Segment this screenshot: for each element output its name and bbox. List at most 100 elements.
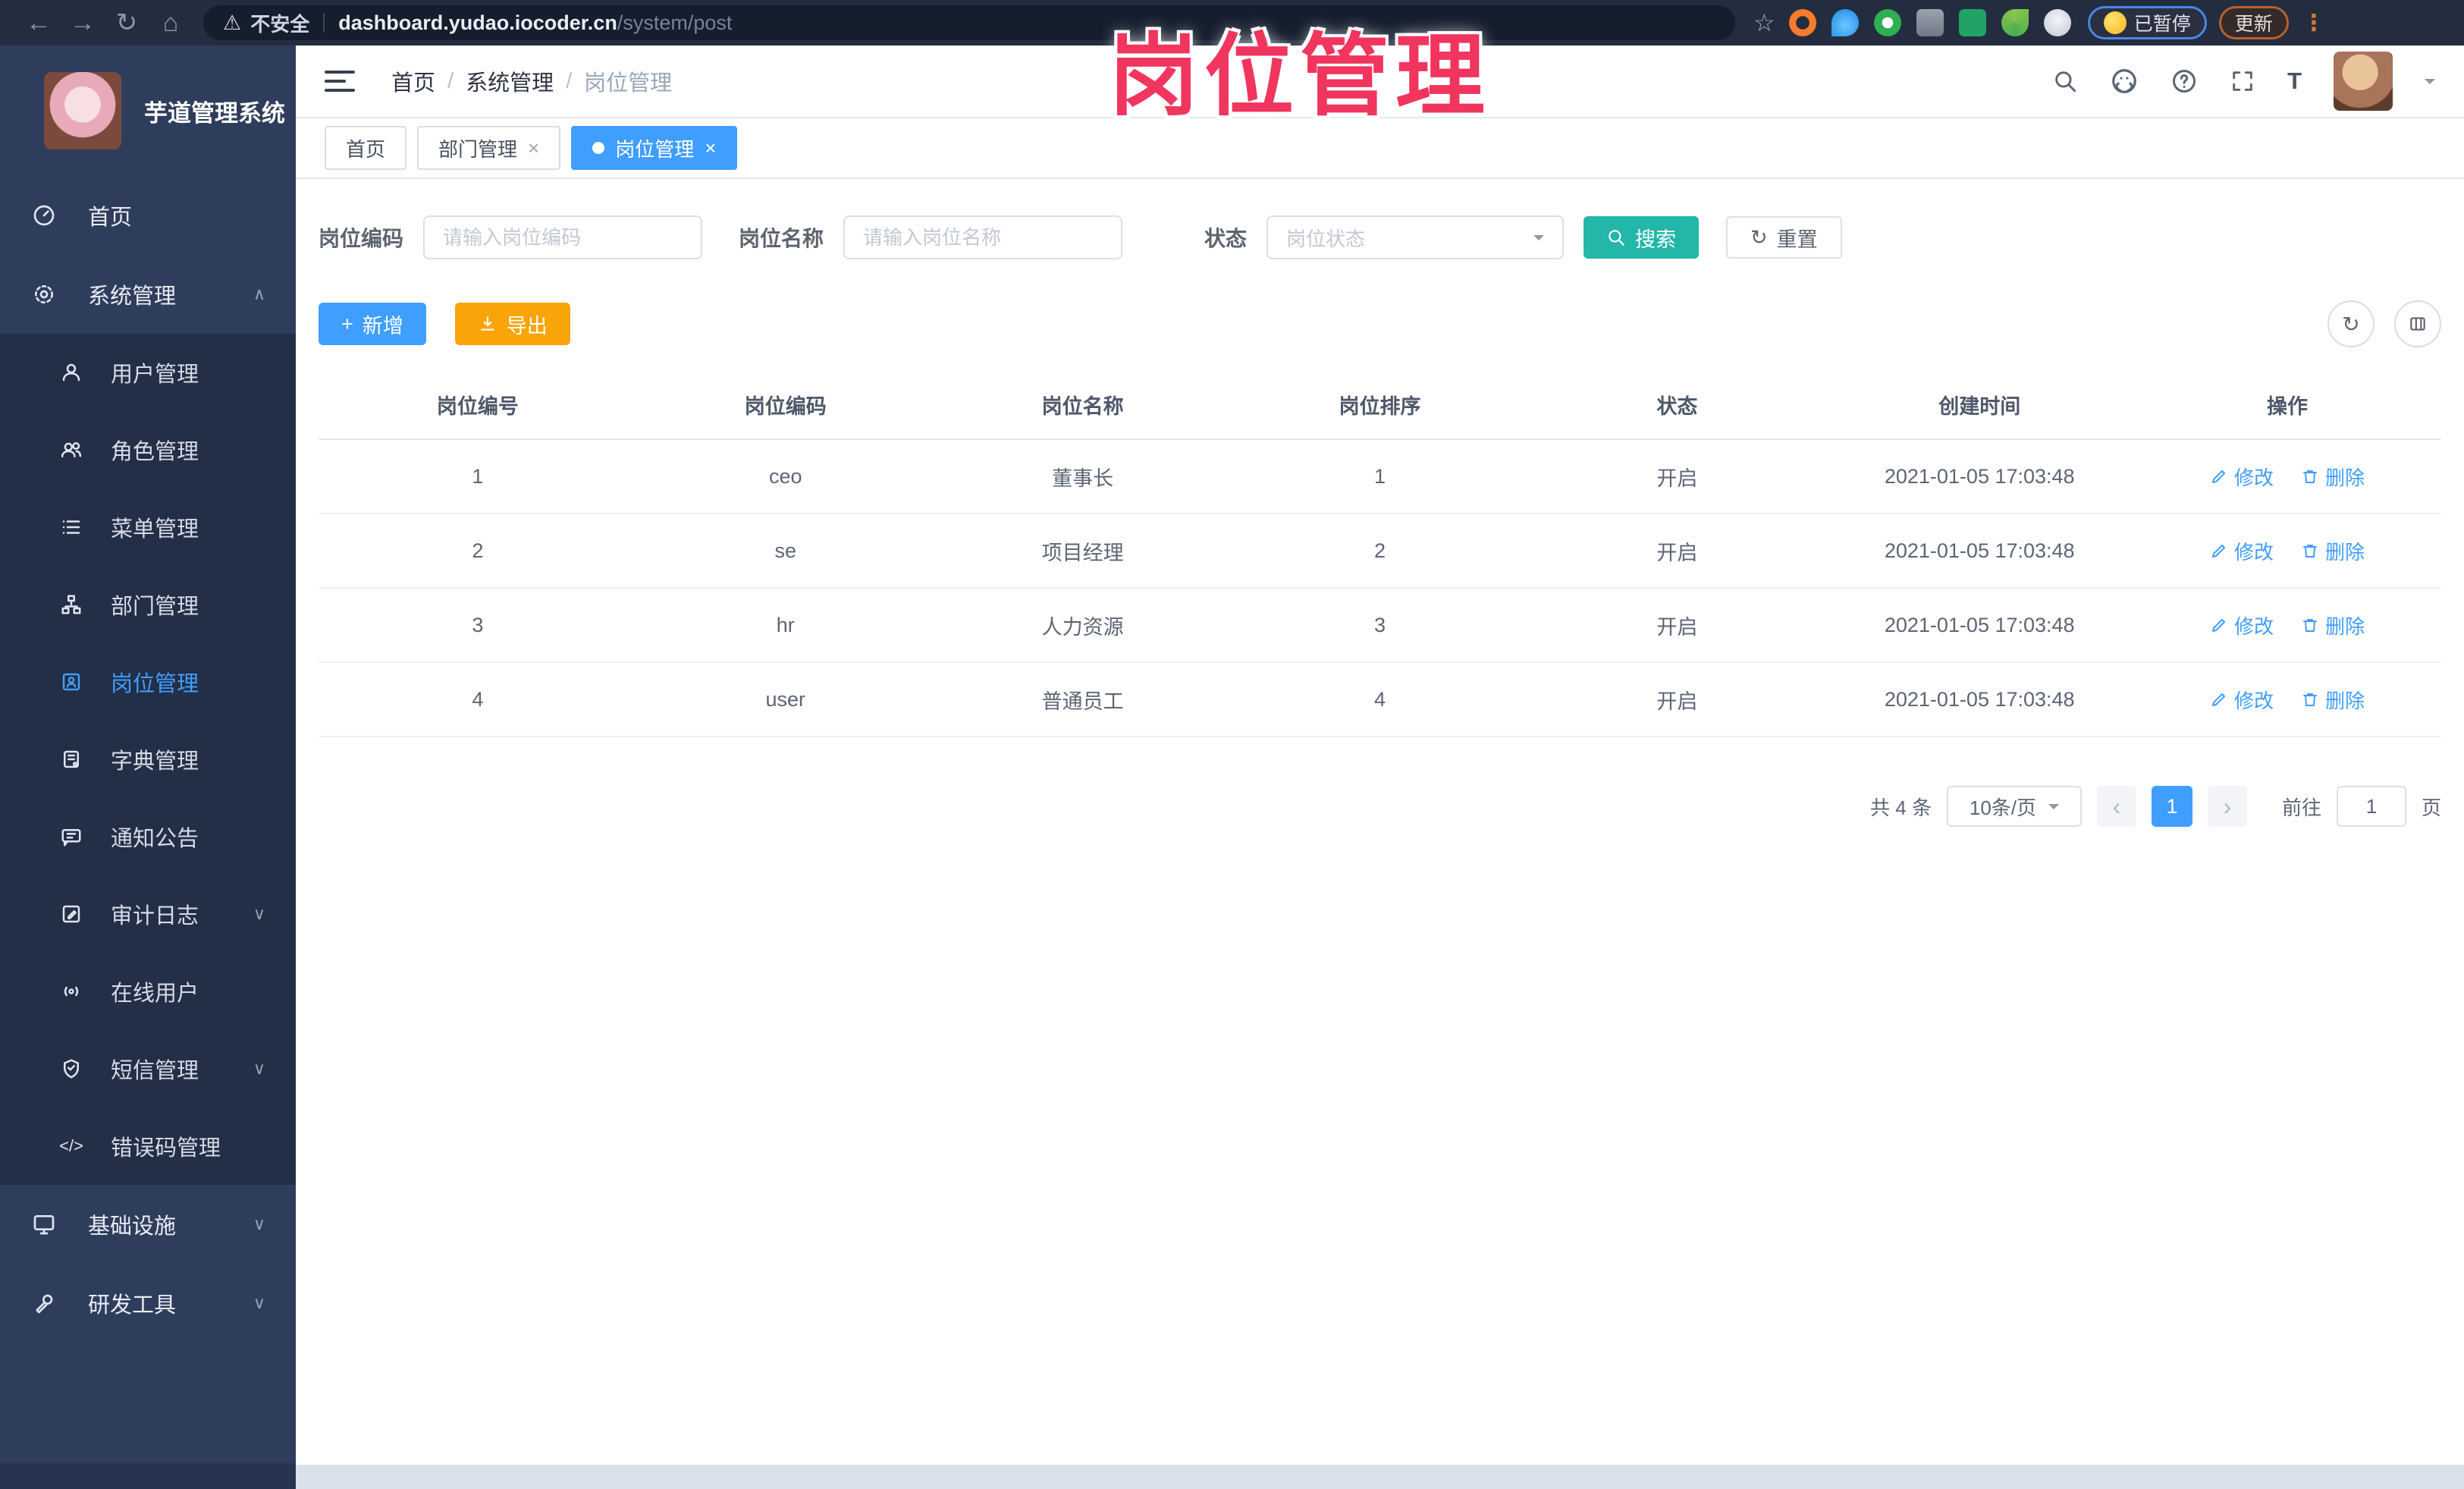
refresh-table-button[interactable]: ↻ [2327, 300, 2375, 347]
browser-menu-kebab-icon[interactable]: ⋮ [2302, 10, 2325, 36]
bookmark-star-icon[interactable]: ☆ [1753, 8, 1775, 37]
delete-link[interactable]: 删除 [2301, 463, 2365, 491]
reset-button[interactable]: ↻ 重置 [1726, 216, 1842, 259]
edit-link[interactable]: 修改 [2210, 686, 2274, 714]
app-title: 芋道管理系统 [144, 99, 285, 127]
extension-blue-drop-icon[interactable] [1831, 9, 1859, 36]
font-size-icon[interactable]: T [2287, 68, 2302, 95]
cell-created: 2021-01-05 17:03:48 [1884, 687, 2075, 711]
chevron-left-icon: ‹ [2112, 792, 2121, 820]
filter-form: 岗位编码 岗位名称 状态 岗位状态 搜索 ↻ 重置 [319, 215, 2441, 259]
sidebar-item-error-codes[interactable]: </> 错误码管理 [0, 1107, 296, 1185]
search-button[interactable]: 搜索 [1584, 216, 1700, 259]
sidebar-item-posts[interactable]: 岗位管理 [0, 643, 296, 721]
post-name-label: 岗位名称 [739, 227, 824, 250]
book-icon [58, 748, 85, 771]
sidebar-item-menus[interactable]: 菜单管理 [0, 488, 296, 566]
dashboard-icon [30, 203, 58, 228]
breadcrumb-system[interactable]: 系统管理 [466, 65, 554, 97]
cell-sort: 1 [1373, 464, 1386, 488]
cell-id: 1 [472, 464, 484, 488]
post-code-input[interactable] [423, 215, 703, 259]
chevron-down-icon: ∨ [253, 1293, 265, 1312]
sidebar-item-roles[interactable]: 角色管理 [0, 411, 296, 488]
user-avatar[interactable] [2334, 52, 2393, 111]
delete-link[interactable]: 删除 [2301, 611, 2365, 639]
cell-code: ceo [769, 464, 802, 488]
status-select-placeholder: 岗位状态 [1286, 227, 1366, 250]
tab-close-icon[interactable]: × [705, 137, 716, 160]
prev-page-button[interactable]: ‹ [2096, 786, 2136, 827]
main-area: 首页 / 系统管理 / 岗位管理 T 首页 部门管理 × 岗位管理 × 岗位编码… [296, 46, 2464, 1489]
cell-created: 2021-01-05 17:03:48 [1884, 539, 2075, 562]
extension-gray-panel-icon[interactable] [1916, 9, 1944, 36]
app-logo-row[interactable]: 芋道管理系统 [0, 46, 296, 176]
browser-update-button[interactable]: 更新 [2218, 6, 2289, 39]
sidebar-item-devtools[interactable]: 研发工具 ∨ [0, 1264, 296, 1343]
edit-link[interactable]: 修改 [2210, 537, 2274, 565]
tab-label: 首页 [346, 137, 386, 161]
cell-sort: 2 [1373, 539, 1386, 562]
tab-home[interactable]: 首页 [325, 126, 407, 170]
sidebar-item-departments[interactable]: 部门管理 [0, 566, 296, 643]
cell-code: se [774, 539, 797, 562]
github-icon[interactable] [2110, 67, 2139, 96]
tab-label: 岗位管理 [615, 137, 695, 161]
export-button[interactable]: 导出 [454, 303, 570, 345]
browser-forward-button[interactable]: → [61, 5, 105, 41]
post-name-input[interactable] [843, 215, 1123, 259]
post-badge-icon [58, 671, 85, 693]
next-page-button[interactable]: › [2207, 786, 2247, 827]
sidebar-item-label: 菜单管理 [111, 517, 199, 542]
tab-close-icon[interactable]: × [528, 137, 539, 160]
cell-name: 普通员工 [1041, 690, 1124, 713]
goto-page-input[interactable] [2336, 786, 2406, 827]
browser-home-button[interactable]: ⌂ [149, 5, 193, 41]
extension-orange-ring-icon[interactable] [1788, 9, 1816, 36]
sidebar-item-label: 通知公告 [111, 827, 199, 851]
chevron-down-icon: ∨ [253, 904, 265, 923]
browser-reload-button[interactable]: ↻ [105, 5, 149, 41]
sidebar-item-notice[interactable]: 通知公告 [0, 798, 296, 875]
page-number-1[interactable]: 1 [2151, 786, 2192, 827]
users-icon [58, 438, 85, 461]
chevron-down-icon: ∨ [253, 1059, 265, 1078]
sidebar-item-home[interactable]: 首页 [0, 176, 296, 255]
tab-posts[interactable]: 岗位管理 × [571, 126, 738, 170]
sidebar-item-infrastructure[interactable]: 基础设施 ∨ [0, 1185, 296, 1264]
sidebar-item-dict[interactable]: 字典管理 [0, 721, 296, 798]
extension-paw-icon[interactable] [2043, 9, 2071, 36]
page-watermark-title: 岗位管理 [1109, 27, 1492, 127]
sidebar-item-label: 基础设施 [88, 1214, 177, 1239]
page-size-select[interactable]: 10条/页 [1946, 786, 2082, 827]
address-bar[interactable]: ⚠ 不安全 dashboard.yudao.iocoder.cn /system… [203, 5, 1735, 40]
profile-paused-chip[interactable]: 已暂停 [2087, 6, 2207, 39]
sidebar-item-users[interactable]: 用户管理 [0, 334, 296, 411]
sidebar-item-audit-log[interactable]: 审计日志 ∨ [0, 875, 296, 953]
browser-back-button[interactable]: ← [17, 5, 61, 41]
breadcrumb-home[interactable]: 首页 [391, 65, 435, 97]
extension-leaf-icon[interactable] [2001, 9, 2029, 36]
table-row: 2 se 项目经理 2 开启 2021-01-05 17:03:48 修改 删除 [319, 514, 2441, 589]
column-settings-button[interactable] [2394, 300, 2441, 347]
add-button[interactable]: + 新增 [319, 303, 426, 345]
fullscreen-icon[interactable] [2230, 68, 2255, 94]
sidebar-item-online-users[interactable]: 在线用户 [0, 953, 296, 1030]
security-label[interactable]: 不安全 [250, 9, 309, 37]
sidebar-collapse-icon[interactable] [325, 71, 355, 92]
extension-green-square-icon[interactable] [1958, 9, 1986, 36]
extension-green-check-icon[interactable] [1873, 9, 1901, 36]
delete-link[interactable]: 删除 [2301, 686, 2365, 714]
edit-link[interactable]: 修改 [2210, 611, 2274, 639]
help-icon[interactable] [2171, 68, 2198, 95]
avatar-caret-down-icon[interactable] [2425, 79, 2435, 90]
search-icon[interactable] [2052, 68, 2078, 94]
sidebar-item-system[interactable]: 系统管理 ∧ [0, 255, 296, 334]
sidebar-item-label: 部门管理 [111, 595, 199, 619]
sidebar-item-sms[interactable]: 短信管理 ∨ [0, 1030, 296, 1107]
tab-departments[interactable]: 部门管理 × [417, 126, 561, 170]
edit-link[interactable]: 修改 [2210, 463, 2274, 491]
delete-link[interactable]: 删除 [2301, 537, 2365, 565]
status-select[interactable]: 岗位状态 [1267, 215, 1565, 259]
sidebar-item-label: 短信管理 [111, 1059, 199, 1083]
